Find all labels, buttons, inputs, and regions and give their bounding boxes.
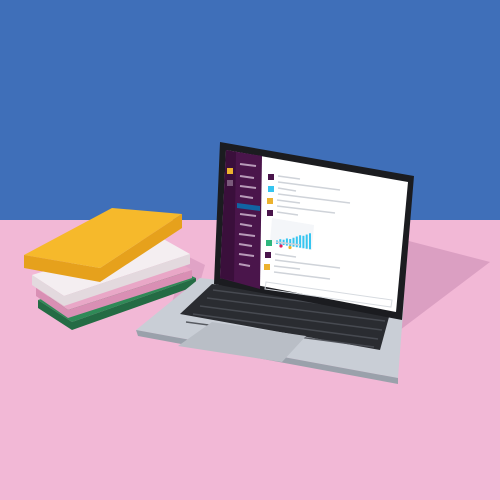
chart-bar	[309, 233, 311, 250]
avatar	[267, 210, 273, 216]
chart-bar	[285, 238, 288, 246]
avatar	[266, 240, 272, 246]
avatar	[264, 264, 270, 270]
chart-bar	[302, 235, 305, 249]
workspace-icon	[227, 168, 233, 174]
avatar	[268, 174, 274, 180]
chart-bar	[305, 234, 308, 249]
avatar	[268, 186, 274, 192]
chart-bar	[295, 236, 298, 248]
workspace-icon-2	[227, 180, 233, 186]
chart-bar	[292, 237, 295, 247]
chart-bar	[289, 239, 292, 247]
avatar	[265, 252, 271, 258]
scene-illustration	[24, 142, 490, 384]
photo-scene	[0, 0, 500, 500]
chart-bar	[299, 235, 302, 248]
chart-marker-yellow	[288, 245, 292, 250]
chart-marker-red	[279, 244, 283, 248]
laptop-shadow	[400, 240, 490, 330]
avatar	[267, 198, 273, 204]
